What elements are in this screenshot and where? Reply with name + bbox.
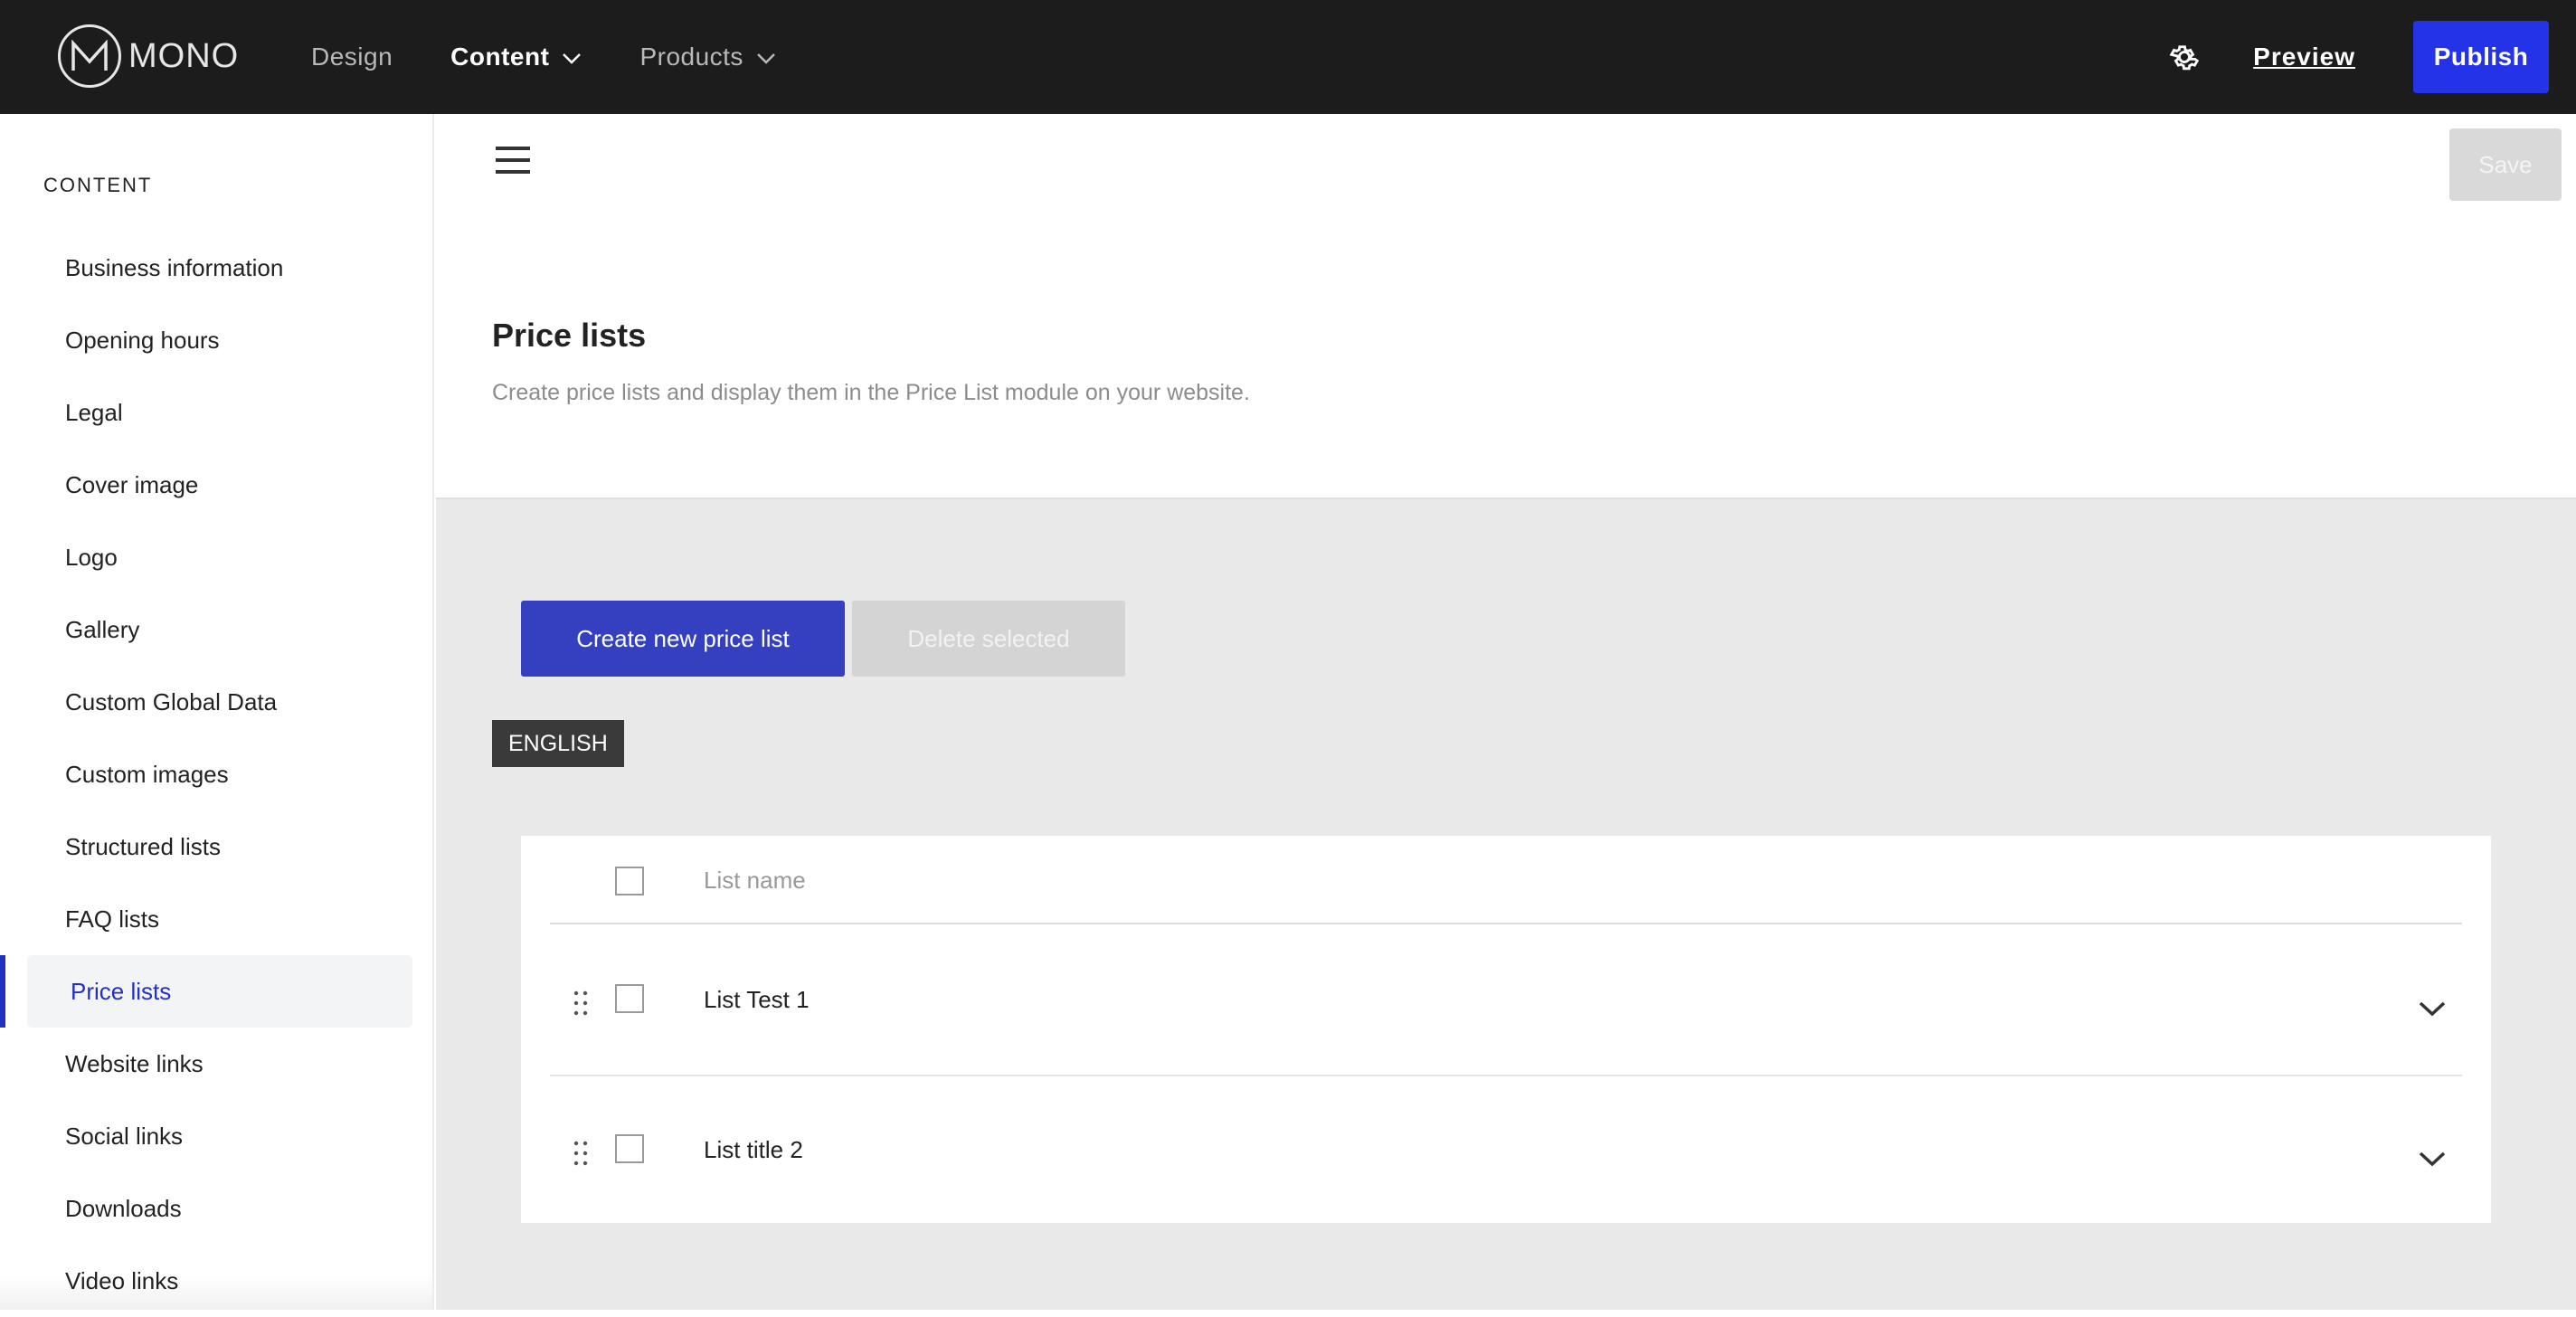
nav-item-label: Content — [450, 43, 550, 71]
hamburger-icon[interactable] — [496, 147, 532, 179]
sidebar-item-legal[interactable]: Legal — [0, 376, 434, 449]
sidebar-item-label: Price lists — [71, 977, 172, 1005]
sidebar-item-cover-image[interactable]: Cover image — [0, 449, 434, 521]
delete-selected-button[interactable]: Delete selected — [852, 601, 1125, 677]
sidebar: CONTENT Business information Opening hou… — [0, 114, 434, 1310]
sidebar-item-website-links[interactable]: Website links — [0, 1028, 434, 1100]
row-checkbox[interactable] — [615, 1134, 644, 1163]
sidebar-heading: CONTENT — [43, 174, 153, 196]
chevron-down-icon[interactable] — [2417, 1149, 2448, 1169]
sidebar-item-label: Logo — [65, 543, 118, 571]
page-title: Price lists — [492, 317, 647, 354]
sidebar-item-faq-lists[interactable]: FAQ lists — [0, 883, 434, 955]
sidebar-item-downloads[interactable]: Downloads — [0, 1172, 434, 1245]
gear-icon[interactable] — [2166, 39, 2202, 75]
nav-item-label: Products — [639, 43, 743, 71]
sidebar-item-logo[interactable]: Logo — [0, 521, 434, 593]
sidebar-item-label: Structured lists — [65, 832, 221, 860]
page-header: Save Price lists Create price lists and … — [436, 114, 2576, 499]
price-list-table: List name List Test 1 List title 2 — [521, 836, 2491, 1223]
page-description: Create price lists and display them in t… — [492, 380, 1250, 405]
sidebar-item-gallery[interactable]: Gallery — [0, 593, 434, 666]
sidebar-item-label: Downloads — [65, 1194, 182, 1222]
nav-item-products[interactable]: Products — [639, 43, 776, 71]
sidebar-item-label: Legal — [65, 398, 123, 426]
sidebar-item-structured-lists[interactable]: Structured lists — [0, 810, 434, 883]
nav-item-content[interactable]: Content — [450, 43, 582, 71]
column-header-list-name: List name — [704, 867, 806, 894]
row-checkbox[interactable] — [615, 984, 644, 1013]
sidebar-item-label: Gallery — [65, 615, 140, 643]
select-all-checkbox[interactable] — [615, 867, 644, 895]
row-list-name: List title 2 — [704, 1136, 803, 1163]
table-row[interactable]: List Test 1 — [550, 926, 2462, 1076]
sidebar-item-business-information[interactable]: Business information — [0, 232, 434, 304]
chevron-down-icon — [562, 43, 582, 71]
sidebar-item-opening-hours[interactable]: Opening hours — [0, 304, 434, 376]
chevron-down-icon — [756, 43, 776, 71]
create-price-list-button[interactable]: Create new price list — [521, 601, 845, 677]
drag-handle-icon[interactable] — [572, 990, 590, 1017]
sidebar-item-social-links[interactable]: Social links — [0, 1100, 434, 1172]
sidebar-item-label: Custom images — [65, 760, 229, 788]
sidebar-scroll-fade — [0, 1274, 432, 1310]
table-header: List name — [550, 836, 2462, 924]
chevron-down-icon[interactable] — [2417, 999, 2448, 1019]
row-list-name: List Test 1 — [704, 986, 810, 1013]
drag-handle-icon[interactable] — [572, 1140, 590, 1167]
sidebar-item-custom-images[interactable]: Custom images — [0, 738, 434, 810]
sidebar-item-label: Social links — [65, 1122, 184, 1150]
sidebar-item-price-lists[interactable]: Price lists — [0, 955, 412, 1028]
sidebar-item-custom-global-data[interactable]: Custom Global Data — [0, 666, 434, 738]
top-bar: MONO Design Content Products Preview Pub… — [0, 0, 2576, 114]
save-button[interactable]: Save — [2449, 128, 2562, 201]
sidebar-item-label: Custom Global Data — [65, 687, 278, 715]
content-area: Create new price list Delete selected EN… — [436, 499, 2576, 1310]
brand-logo[interactable]: MONO — [58, 24, 239, 88]
sidebar-item-label: Website links — [65, 1049, 204, 1077]
sidebar-item-label: Opening hours — [65, 326, 220, 354]
top-actions: Preview Publish — [2166, 0, 2549, 114]
sidebar-item-label: Cover image — [65, 470, 199, 498]
nav-item-design[interactable]: Design — [311, 43, 393, 71]
logo-icon — [58, 24, 121, 88]
sidebar-item-label: FAQ lists — [65, 905, 160, 933]
sidebar-item-label: Business information — [65, 253, 284, 281]
table-row[interactable]: List title 2 — [550, 1076, 2462, 1223]
brand-name: MONO — [128, 36, 240, 75]
language-tab[interactable]: ENGLISH — [492, 720, 624, 767]
nav-item-label: Design — [311, 43, 393, 71]
sidebar-list: Business information Opening hours Legal… — [0, 232, 434, 1317]
main-nav: Design Content Products — [311, 0, 834, 114]
preview-link[interactable]: Preview — [2253, 43, 2355, 71]
publish-button[interactable]: Publish — [2413, 21, 2549, 93]
